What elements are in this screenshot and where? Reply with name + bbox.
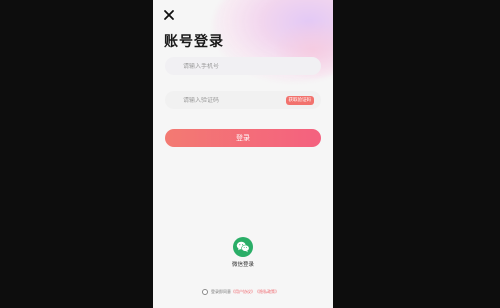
wechat-login-label: 微信登录 — [231, 262, 254, 268]
phone-input[interactable] — [183, 62, 283, 70]
user-agreement-link[interactable]: 《用户协议》 — [231, 289, 255, 295]
privacy-policy-link[interactable]: 《隐私政策》 — [255, 289, 279, 295]
wechat-icon — [236, 241, 250, 253]
phone-field-container — [165, 57, 321, 75]
login-screen: 账号登录 获取验证码 登录 微信登录 登录即同意 《用户协议》 《隐私政策》 — [153, 0, 333, 308]
agreement-checkbox[interactable] — [202, 289, 208, 295]
agreement-row: 登录即同意 《用户协议》 《隐私政策》 — [202, 289, 279, 295]
code-field-container: 获取验证码 — [165, 91, 321, 109]
close-icon[interactable] — [163, 9, 175, 21]
agreement-prefix: 登录即同意 — [211, 289, 231, 294]
page-title: 账号登录 — [164, 34, 224, 50]
login-button[interactable]: 登录 — [165, 129, 321, 147]
verification-code-input[interactable] — [183, 96, 283, 104]
get-code-button[interactable]: 获取验证码 — [285, 96, 314, 105]
wechat-login-button[interactable] — [233, 237, 253, 257]
